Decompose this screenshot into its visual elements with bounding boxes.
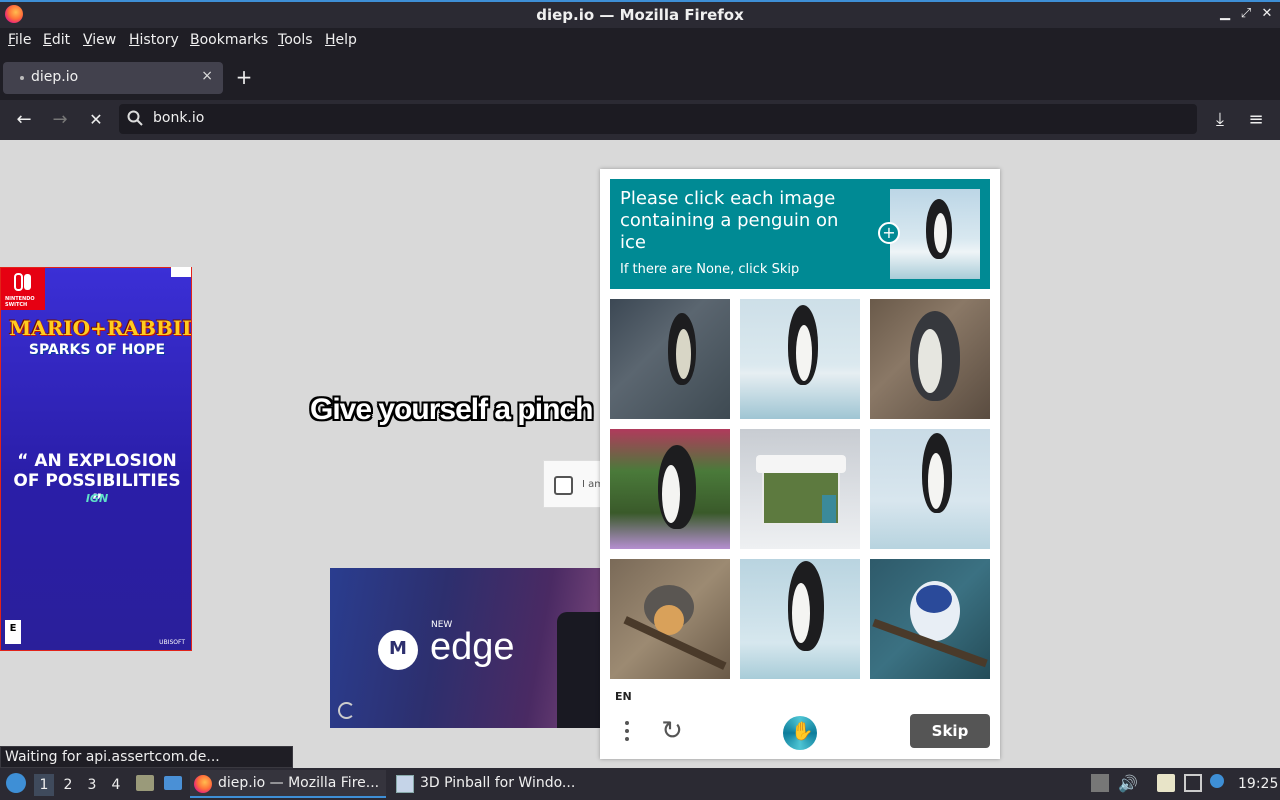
task-firefox[interactable]: diep.io — Mozilla Fire... — [190, 770, 386, 798]
captcha-tile-1[interactable] — [610, 299, 730, 419]
ad-banner-bottom[interactable]: M NEW edge — [330, 568, 600, 728]
menubar: File Edit View History Bookmarks Tools H… — [0, 28, 1280, 54]
forward-icon[interactable]: → — [48, 108, 72, 132]
stop-icon[interactable]: ✕ — [84, 108, 108, 132]
firefox-logo-icon — [5, 5, 23, 23]
task-label: 3D Pinball for Windo... — [420, 775, 576, 791]
switch-icon — [14, 273, 31, 291]
captcha-tile-3[interactable] — [870, 299, 990, 419]
ad-banner-left[interactable]: NINTENDO SWITCH MARIO+RABBIDS SPARKS OF … — [0, 267, 192, 651]
workspace-1[interactable]: 1 — [34, 774, 54, 796]
captcha-tile-2[interactable] — [740, 299, 860, 419]
captcha-header: Please click each image containing a pen… — [610, 179, 990, 289]
hcaptcha-logo-icon[interactable]: ✋ — [783, 716, 817, 750]
menu-help[interactable]: Help — [325, 32, 357, 48]
clock: 19:25 — [1238, 776, 1279, 792]
captcha-language[interactable]: EN — [615, 690, 632, 703]
maximize-icon[interactable]: ⤢ — [1236, 4, 1256, 24]
menu-file[interactable]: File — [8, 32, 31, 48]
expand-example-icon[interactable]: + — [878, 222, 900, 244]
captcha-tile-9[interactable] — [870, 559, 990, 679]
captcha-tile-6[interactable] — [870, 429, 990, 549]
captcha-tile-5[interactable] — [740, 429, 860, 549]
ad-source: IGN — [85, 492, 109, 505]
workspace-2[interactable]: 2 — [58, 774, 78, 796]
captcha-reload-icon[interactable]: ↻ — [657, 716, 687, 746]
file-manager-icon[interactable] — [136, 775, 154, 791]
tab-label: diep.io — [31, 69, 79, 85]
captcha-tile-4[interactable] — [610, 429, 730, 549]
captcha-tile-7[interactable] — [610, 559, 730, 679]
url-text: bonk.io — [153, 110, 205, 126]
nintendo-switch-logo: NINTENDO SWITCH — [1, 268, 45, 310]
menu-view[interactable]: View — [83, 32, 116, 48]
ad-choices-icon[interactable] — [171, 267, 191, 277]
tab-close-icon[interactable]: × — [201, 68, 213, 84]
workspace-3[interactable]: 3 — [82, 774, 102, 796]
firefox-icon — [194, 775, 212, 793]
tray-eject-icon[interactable] — [1091, 774, 1109, 792]
captcha-hint: If there are None, click Skip — [620, 262, 800, 277]
window-titlebar: diep.io — Mozilla Firefox — [0, 0, 1280, 28]
captcha-menu-icon[interactable] — [620, 718, 634, 746]
window-title: diep.io — Mozilla Firefox — [536, 6, 744, 24]
captcha-tile-8[interactable] — [740, 559, 860, 679]
captcha-prompt: Please click each image containing a pen… — [620, 188, 839, 253]
ad-title: MARIO+RABBIDS — [9, 316, 191, 340]
ad-brand: NINTENDO SWITCH — [5, 296, 35, 308]
tab-diep[interactable]: diep.io × — [3, 62, 223, 94]
ad-subtitle: SPARKS OF HOPE — [28, 342, 166, 358]
workspace-4[interactable]: 4 — [106, 774, 126, 796]
new-tab-icon[interactable]: + — [233, 66, 255, 88]
task-label: diep.io — Mozilla Fire... — [218, 775, 380, 791]
network-icon[interactable] — [1184, 774, 1202, 792]
downloads-icon[interactable]: ⤓ — [1208, 108, 1232, 132]
status-bar: Waiting for api.assertcom.de... — [0, 746, 293, 768]
show-desktop-icon[interactable] — [164, 776, 182, 790]
esrb-rating: E — [5, 620, 21, 644]
clipboard-icon[interactable] — [1157, 774, 1175, 792]
captcha-checkbox-widget[interactable]: I am — [543, 460, 605, 508]
notification-icon[interactable] — [1210, 774, 1224, 788]
url-bar[interactable]: bonk.io — [119, 104, 1197, 134]
volume-icon[interactable]: 🔊 — [1118, 774, 1138, 793]
page-headline: Give yourself a pinch — [310, 393, 593, 426]
captcha-skip-button[interactable]: Skip — [910, 714, 990, 748]
pinball-icon — [396, 775, 414, 793]
menu-bookmarks[interactable]: Bookmarks — [190, 32, 268, 48]
captcha-checkbox[interactable] — [554, 476, 573, 495]
menu-edit[interactable]: Edit — [43, 32, 70, 48]
back-icon[interactable]: ← — [12, 108, 36, 132]
close-window-icon[interactable]: ✕ — [1257, 4, 1277, 24]
menu-history[interactable]: History — [129, 32, 179, 48]
menu-tools[interactable]: Tools — [278, 32, 313, 48]
task-pinball[interactable]: 3D Pinball for Windo... — [392, 770, 582, 798]
phone-image — [557, 612, 600, 728]
minimize-icon[interactable]: ▁ — [1215, 4, 1235, 24]
start-menu-icon[interactable] — [6, 773, 26, 793]
loading-spinner-icon — [338, 702, 355, 719]
captcha-example-image — [890, 189, 980, 279]
tab-loading-icon — [20, 76, 24, 80]
search-icon — [127, 110, 143, 126]
motorola-logo-icon: M — [378, 630, 418, 670]
ad-publisher: UBISOFT — [159, 639, 185, 646]
ad-product: edge — [430, 626, 515, 668]
app-menu-icon[interactable]: ≡ — [1244, 108, 1268, 132]
